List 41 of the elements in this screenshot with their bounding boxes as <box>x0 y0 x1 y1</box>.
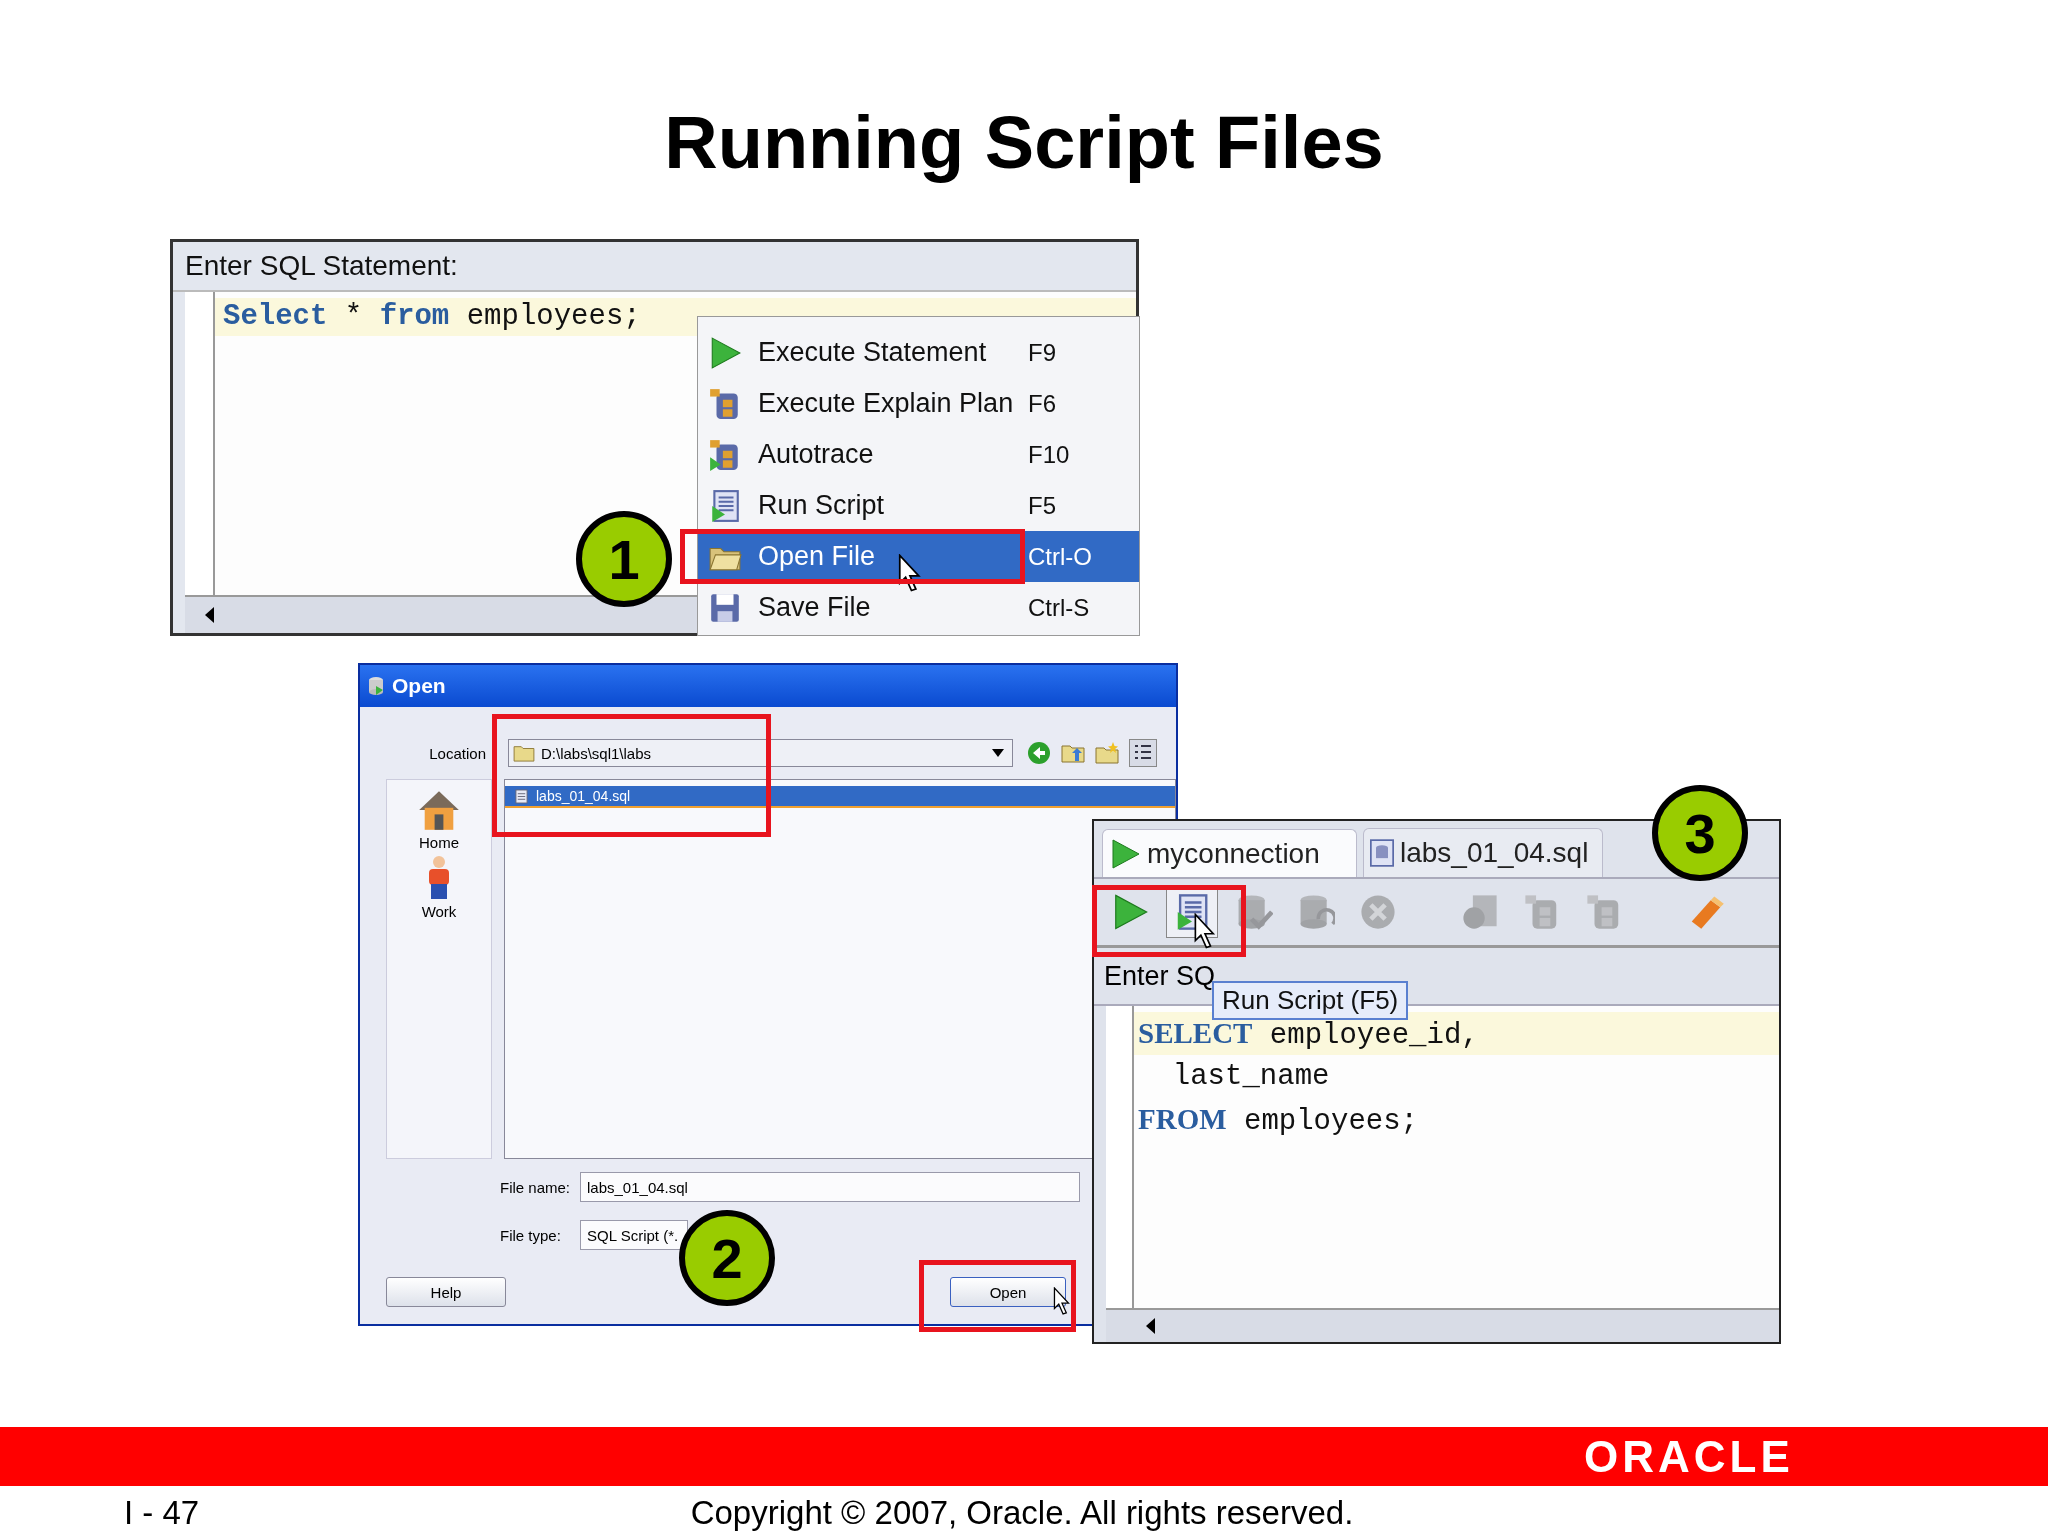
logo: ORACLE <box>1584 1431 1794 1482</box>
file-name-field[interactable]: labs_01_04.sql <box>580 1172 1080 1202</box>
scroll-left-icon[interactable] <box>205 607 215 623</box>
caret-icon <box>992 749 1004 757</box>
file-item[interactable]: labs_01_04.sql <box>505 786 1175 808</box>
place-label[interactable]: Work <box>421 903 457 920</box>
window-title: Open <box>392 674 446 698</box>
scrollbar[interactable] <box>1106 1308 1779 1342</box>
back-icon[interactable] <box>1027 741 1051 765</box>
folder-icon <box>513 744 535 762</box>
editor-label: Enter SQL Statement: <box>185 250 458 282</box>
location-label: Location <box>428 744 486 762</box>
location-dropdown[interactable]: D:\labs\sql1\labs <box>508 739 1013 767</box>
copyright-text: Copyright © 2007, Oracle. All rights reserved. <box>690 1494 1354 1532</box>
step-marker: 3 <box>1652 785 1748 881</box>
page-number: I - 47 <box>124 1494 200 1532</box>
tooltip: Run Script (F5) <box>1212 981 1409 1020</box>
menu-item[interactable]: Autotrace F10 <box>698 429 1139 480</box>
scroll-left-icon[interactable] <box>1146 1318 1156 1334</box>
database-icon <box>1370 839 1394 867</box>
menu-item[interactable]: Run Script F5 <box>698 480 1139 531</box>
menu-item[interactable]: Execute Explain Plan F6 <box>698 378 1139 429</box>
list-view-icon[interactable] <box>1129 739 1157 767</box>
file-type-label: File type: <box>500 1226 562 1244</box>
cursor-icon <box>898 554 922 592</box>
play-icon <box>1109 837 1141 870</box>
file-name-label: File name: <box>500 1178 572 1196</box>
code-line: last_name <box>1171 1059 1331 1095</box>
new-folder-icon[interactable] <box>1095 741 1119 765</box>
help-button[interactable]: Help <box>386 1277 506 1307</box>
tab[interactable]: labs_01_04.sql <box>1363 828 1604 877</box>
tab[interactable]: myconnection <box>1102 829 1357 877</box>
database-icon <box>368 676 384 696</box>
cursor-icon <box>1194 913 1216 949</box>
code-line: FROM employees; <box>1137 1102 1420 1140</box>
file-icon <box>515 788 528 804</box>
cursor-icon <box>1053 1287 1071 1315</box>
open-button[interactable]: Open <box>950 1277 1066 1307</box>
place-label[interactable]: Home <box>419 834 459 851</box>
file-type-dropdown[interactable]: SQL Script (*. <box>580 1220 688 1250</box>
slide-title: Running Script Files <box>663 100 1385 185</box>
